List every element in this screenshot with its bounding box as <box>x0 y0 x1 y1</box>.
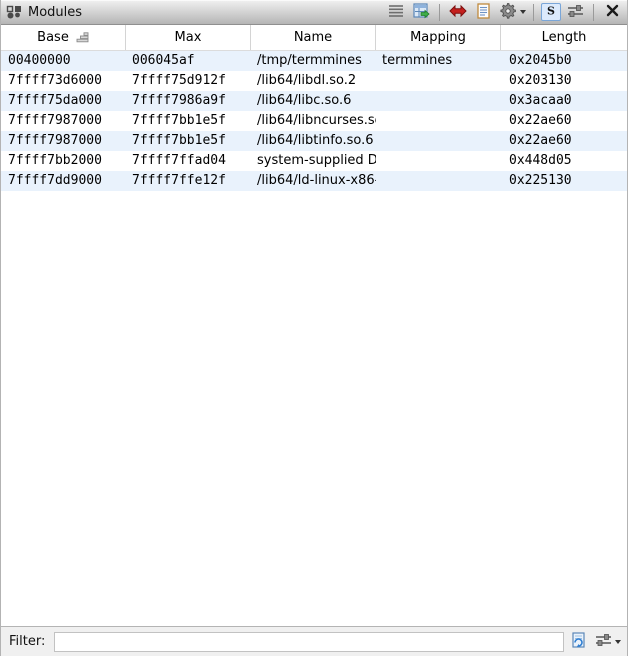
table-row[interactable]: 7ffff79870007ffff7bb1e5f/lib64/libtinfo.… <box>1 131 627 151</box>
column-header-max[interactable]: Max <box>126 25 251 50</box>
cell-length[interactable]: 0x3acaa0 <box>501 91 627 111</box>
document-icon <box>477 3 490 22</box>
toolbar-separator <box>439 4 440 21</box>
cell-name[interactable]: system-supplied DSO <box>251 151 376 171</box>
gear-icon <box>500 3 516 22</box>
filter-bar: Filter: <box>1 626 627 656</box>
cell-length[interactable]: 0x22ae60 <box>501 111 627 131</box>
table-header: Base Max Name Mapping Length <box>1 25 627 51</box>
svg-text:S: S <box>547 5 555 18</box>
cell-length[interactable]: 0x22ae60 <box>501 131 627 151</box>
cell-length[interactable]: 0x203130 <box>501 71 627 91</box>
red-double-arrow-icon <box>449 4 467 21</box>
dropdown-caret-icon <box>520 10 526 14</box>
column-label: Max <box>175 30 202 45</box>
filter-options-button[interactable] <box>589 632 621 652</box>
cell-max[interactable]: 7ffff7ffe12f <box>126 171 251 191</box>
close-icon <box>606 4 619 20</box>
cell-name[interactable]: /tmp/termmines <box>251 51 376 71</box>
table-row[interactable]: 7ffff73d60007ffff75d912f/lib64/libdl.so.… <box>1 71 627 91</box>
column-header-name[interactable]: Name <box>251 25 376 50</box>
cell-name[interactable]: /lib64/libdl.so.2 <box>251 71 376 91</box>
export-table-icon <box>413 3 430 22</box>
filter-input[interactable] <box>54 632 564 652</box>
cell-name[interactable]: /lib64/ld-linux-x86-64 <box>251 171 376 191</box>
panel-sliders-button[interactable] <box>564 2 586 22</box>
cell-name[interactable]: /lib64/libncurses.so.6 <box>251 111 376 131</box>
cell-base[interactable]: 00400000 <box>1 51 126 71</box>
cell-base[interactable]: 7ffff7987000 <box>1 131 126 151</box>
export-table-button[interactable] <box>410 2 432 22</box>
sliders-icon <box>567 4 584 21</box>
filter-label: Filter: <box>9 634 45 649</box>
cell-max[interactable]: 7ffff7bb1e5f <box>126 131 251 151</box>
snapshot-s-icon: S <box>545 4 557 20</box>
toolbar-separator <box>533 4 534 21</box>
column-label: Mapping <box>410 30 466 45</box>
filter-sliders-button[interactable] <box>592 632 614 652</box>
cell-name[interactable]: /lib64/libc.so.6 <box>251 91 376 111</box>
toolbar-separator <box>593 4 594 21</box>
titlebar[interactable]: Modules <box>1 0 627 25</box>
table-row[interactable]: 00400000006045af/tmp/termminestermmines0… <box>1 51 627 71</box>
cell-length[interactable]: 0x448d05 <box>501 151 627 171</box>
cell-max[interactable]: 006045af <box>126 51 251 71</box>
table-row[interactable]: 7ffff7bb20007ffff7ffad04system-supplied … <box>1 151 627 171</box>
cell-base[interactable]: 7ffff75da000 <box>1 91 126 111</box>
cell-max[interactable]: 7ffff7986a9f <box>126 91 251 111</box>
column-label: Name <box>294 30 332 45</box>
column-header-base[interactable]: Base <box>1 25 126 50</box>
snapshot-toggle-button[interactable]: S <box>541 3 561 21</box>
modules-icon <box>6 4 22 20</box>
cell-mapping[interactable]: termmines <box>376 51 501 71</box>
column-header-length[interactable]: Length <box>501 25 627 50</box>
column-label: Base <box>37 30 69 45</box>
clear-filter-button[interactable] <box>567 632 589 652</box>
dropdown-caret-icon <box>615 640 621 644</box>
filter-options-icon <box>595 633 612 650</box>
map-manually-button[interactable] <box>472 2 494 22</box>
cell-name[interactable]: /lib64/libtinfo.so.6 <box>251 131 376 151</box>
clear-filter-icon <box>571 632 586 651</box>
column-label: Length <box>542 30 587 45</box>
list-lines-icon <box>388 4 404 21</box>
cell-base[interactable]: 7ffff7987000 <box>1 111 126 131</box>
gear-button[interactable] <box>497 2 519 22</box>
list-sections-button[interactable] <box>385 2 407 22</box>
cell-base[interactable]: 7ffff7bb2000 <box>1 151 126 171</box>
cell-base[interactable]: 7ffff7dd9000 <box>1 171 126 191</box>
sort-ascending-icon <box>76 32 89 43</box>
table-body: 00400000006045af/tmp/termminestermmines0… <box>1 51 627 626</box>
column-header-mapping[interactable]: Mapping <box>376 25 501 50</box>
cell-max[interactable]: 7ffff75d912f <box>126 71 251 91</box>
cell-length[interactable]: 0x225130 <box>501 171 627 191</box>
table-row[interactable]: 7ffff7dd90007ffff7ffe12f/lib64/ld-linux-… <box>1 171 627 191</box>
titlebar-toolbar: S <box>385 2 623 22</box>
table-row[interactable]: 7ffff79870007ffff7bb1e5f/lib64/libncurse… <box>1 111 627 131</box>
cell-base[interactable]: 7ffff73d6000 <box>1 71 126 91</box>
window-title: Modules <box>28 5 82 20</box>
modules-window: Modules <box>0 0 628 656</box>
cell-max[interactable]: 7ffff7ffad04 <box>126 151 251 171</box>
settings-menu-button[interactable] <box>497 2 526 22</box>
table-row[interactable]: 7ffff75da0007ffff7986a9f/lib64/libc.so.6… <box>1 91 627 111</box>
map-modules-button[interactable] <box>447 2 469 22</box>
cell-max[interactable]: 7ffff7bb1e5f <box>126 111 251 131</box>
close-button[interactable] <box>601 2 623 22</box>
cell-length[interactable]: 0x2045b0 <box>501 51 627 71</box>
